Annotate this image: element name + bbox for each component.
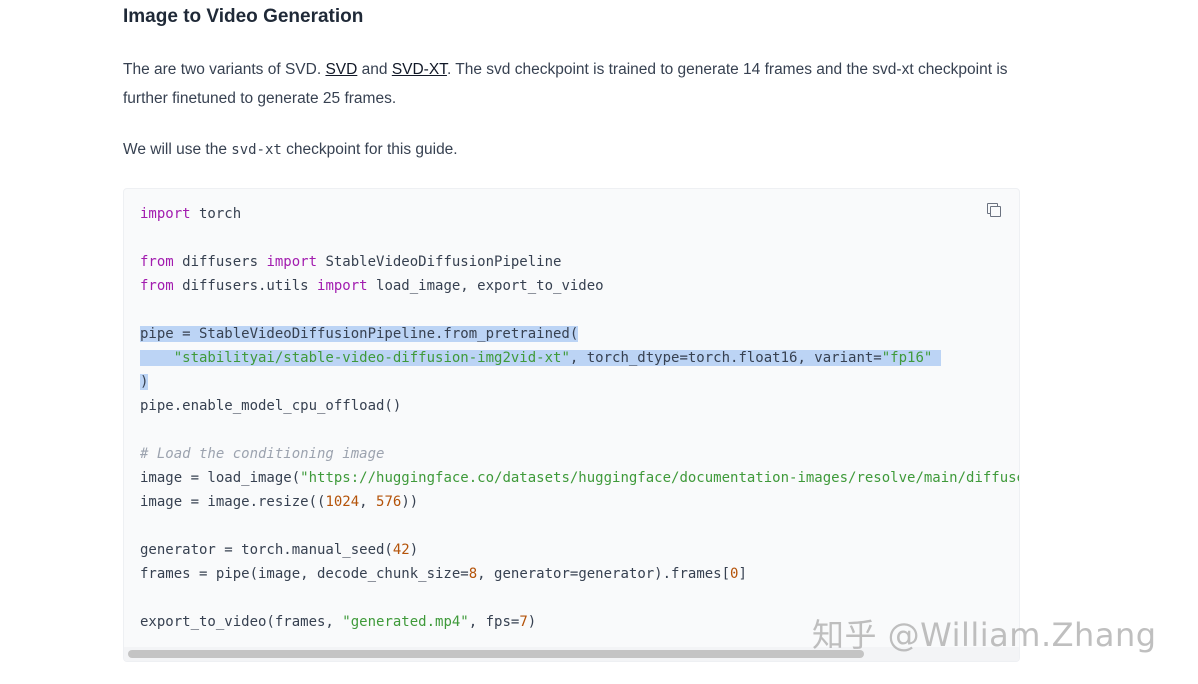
code-token: import — [317, 278, 368, 294]
code-token: diffusers — [173, 254, 267, 270]
code-line: import torch — [140, 202, 1019, 226]
svd-xt-link[interactable]: SVD-XT — [392, 61, 447, 78]
code-token: "fp16" — [881, 350, 933, 366]
code-token: ) — [527, 614, 537, 630]
code-token: import — [140, 206, 191, 222]
code-token: image = image.resize(( — [140, 494, 326, 510]
code-token: export_to_video(frames, — [140, 614, 343, 630]
code-line: generator = torch.manual_seed(42) — [140, 538, 1019, 562]
code-line: ) — [140, 370, 1019, 394]
code-token: , generator=generator).frames[ — [477, 566, 731, 582]
code-token: load_image, export_to_video — [367, 278, 604, 294]
code-token: 8 — [468, 566, 478, 582]
scrollbar-thumb[interactable] — [128, 650, 864, 658]
code-token: generator = torch.manual_seed( — [140, 542, 393, 558]
code-token: "stabilityai/stable-video-diffusion-img2… — [173, 350, 570, 366]
code-token: from — [140, 254, 174, 270]
inline-code-svd-xt: svd-xt — [231, 142, 282, 158]
code-token: torch — [190, 206, 242, 222]
code-token: , — [359, 494, 377, 510]
code-token: "generated.mp4" — [342, 614, 469, 630]
code-token: frames = pipe(image, decode_chunk_size= — [140, 566, 469, 582]
section-heading: Image to Video Generation — [123, 6, 364, 27]
code-token: diffusers.utils — [173, 278, 318, 294]
code-content[interactable]: import torch from diffusers import Stable… — [140, 202, 1020, 634]
guide-text-start: We will use the — [123, 141, 232, 158]
code-token: import — [266, 254, 318, 270]
guide-text-end: checkpoint for this guide. — [281, 141, 458, 158]
code-token: image = load_image( — [140, 470, 301, 486]
code-token: ) — [409, 542, 419, 558]
code-line: pipe.enable_model_cpu_offload() — [140, 394, 1019, 418]
intro-text-and: and — [357, 61, 392, 78]
code-line: from diffusers.utils import load_image, … — [140, 274, 1019, 298]
code-token: StableVideoDiffusionPipeline — [317, 254, 562, 270]
guide-paragraph: We will use the svd-xt checkpoint for th… — [123, 135, 1018, 165]
code-token: , fps= — [468, 614, 520, 630]
code-token: 42 — [392, 542, 410, 558]
intro-paragraph: The are two variants of SVD. SVD and SVD… — [123, 55, 1018, 113]
code-line: from diffusers import StableVideoDiffusi… — [140, 250, 1019, 274]
code-line: image = load_image("https://huggingface.… — [140, 466, 1020, 490]
code-token: 576 — [376, 494, 402, 510]
code-line: "stabilityai/stable-video-diffusion-img2… — [140, 346, 1019, 370]
code-line: frames = pipe(image, decode_chunk_size=8… — [140, 562, 1019, 586]
watermark: 知乎 @William.Zhang — [812, 616, 1157, 654]
code-token: pipe = StableVideoDiffusionPipeline.from… — [140, 326, 579, 342]
svd-link[interactable]: SVD — [325, 61, 357, 78]
code-token: pipe.enable_model_cpu_offload() — [140, 398, 402, 414]
code-token: ) — [140, 374, 149, 390]
code-token: 7 — [519, 614, 528, 630]
code-token: , torch_dtype=torch.float16, variant= — [569, 350, 882, 366]
code-token: 1024 — [325, 494, 360, 510]
code-token: # Load the conditioning image — [140, 446, 385, 462]
intro-text-start: The are two variants of SVD. — [123, 61, 326, 78]
code-token: from — [140, 278, 174, 294]
code-line: # Load the conditioning image — [140, 442, 1019, 466]
code-line: pipe = StableVideoDiffusionPipeline.from… — [140, 322, 1019, 346]
code-token: ] — [738, 566, 747, 582]
code-line: image = image.resize((1024, 576)) — [140, 490, 1019, 514]
code-token: "https://huggingface.co/datasets/hugging… — [300, 470, 1020, 486]
code-token: )) — [401, 494, 419, 510]
code-block[interactable]: import torch from diffusers import Stable… — [123, 188, 1020, 662]
